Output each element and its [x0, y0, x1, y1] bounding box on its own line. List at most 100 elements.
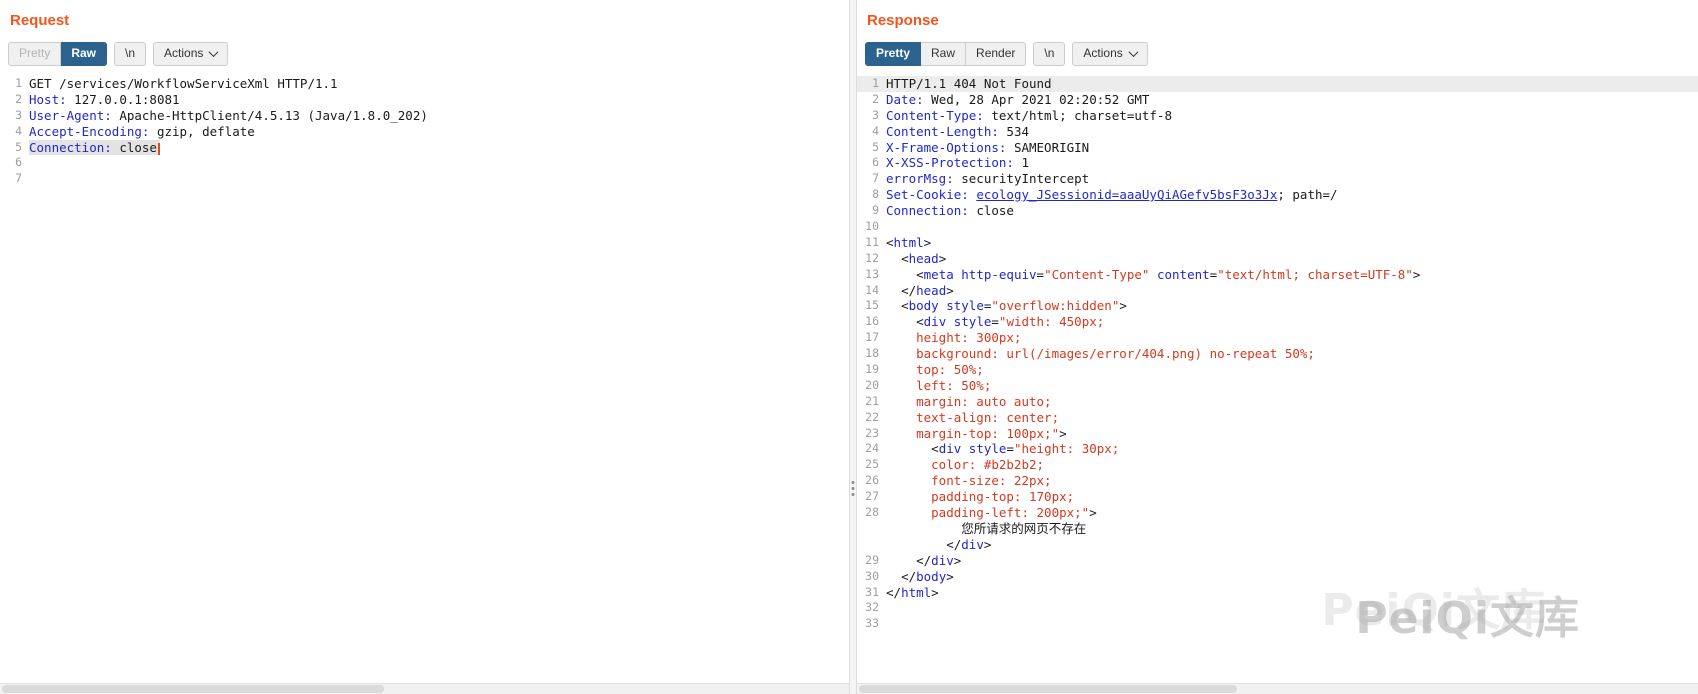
request-actions-button[interactable]: Actions — [153, 42, 228, 66]
response-newline-tab[interactable]: \n — [1033, 42, 1065, 66]
code-line[interactable]: 4Accept-Encoding: gzip, deflate — [0, 124, 849, 140]
line-number: 25 — [857, 457, 886, 473]
request-view-tabs: PrettyRaw — [8, 42, 107, 66]
request-newline-tab[interactable]: \n — [114, 42, 146, 66]
code-line[interactable]: 5Connection: close — [0, 140, 849, 156]
code-line-text: font-size: 22px; — [886, 473, 1052, 489]
response-tabbar: PrettyRawRender \n Actions — [857, 32, 1698, 66]
line-number: 8 — [857, 187, 886, 203]
response-title: Response — [867, 12, 939, 29]
code-line[interactable]: 24 <div style="height: 30px; — [857, 441, 1698, 457]
code-line[interactable]: 14 </head> — [857, 283, 1698, 299]
code-line-text: Accept-Encoding: gzip, deflate — [29, 124, 255, 140]
response-scrollbar-thumb[interactable] — [859, 685, 1237, 693]
request-editor[interactable]: 1GET /services/WorkflowServiceXml HTTP/1… — [0, 76, 849, 683]
line-number: 13 — [857, 267, 886, 283]
line-number: 2 — [857, 92, 886, 108]
code-line-text: top: 50%; — [886, 362, 984, 378]
line-number: 10 — [857, 219, 886, 235]
code-line[interactable]: 30 </body> — [857, 569, 1698, 585]
line-number: 7 — [857, 171, 886, 187]
code-line[interactable]: 2Host: 127.0.0.1:8081 — [0, 92, 849, 108]
code-line-text: Connection: close — [886, 203, 1014, 219]
line-number: 30 — [857, 569, 886, 585]
request-tab-raw[interactable]: Raw — [61, 42, 107, 66]
code-line[interactable]: 您所请求的网页不存在 — [857, 521, 1698, 537]
line-number: 2 — [0, 92, 29, 108]
code-line[interactable]: 28 padding-left: 200px;"> — [857, 505, 1698, 521]
panel-divider[interactable] — [849, 0, 857, 694]
response-panel: Response PrettyRawRender \n Actions 1HTT… — [857, 0, 1698, 694]
code-line[interactable]: 25 color: #b2b2b2; — [857, 457, 1698, 473]
code-line[interactable]: 29 </div> — [857, 553, 1698, 569]
code-line[interactable]: 17 height: 300px; — [857, 330, 1698, 346]
code-line[interactable]: 27 padding-top: 170px; — [857, 489, 1698, 505]
code-line[interactable]: 3Content-Type: text/html; charset=utf-8 — [857, 108, 1698, 124]
response-header: Response — [857, 0, 1698, 32]
code-line-text: left: 50%; — [886, 378, 991, 394]
code-line[interactable]: 13 <meta http-equiv="Content-Type" conte… — [857, 267, 1698, 283]
response-tab-raw[interactable]: Raw — [921, 42, 966, 66]
code-line[interactable]: 1GET /services/WorkflowServiceXml HTTP/1… — [0, 76, 849, 92]
text-cursor — [158, 143, 160, 155]
code-line-text: background: url(/images/error/404.png) n… — [886, 346, 1315, 362]
code-line[interactable]: 7 — [0, 171, 849, 187]
code-line[interactable]: 4Content-Length: 534 — [857, 124, 1698, 140]
response-tab-pretty[interactable]: Pretty — [865, 42, 921, 66]
code-line[interactable]: 7errorMsg: securityIntercept — [857, 171, 1698, 187]
response-tab-render[interactable]: Render — [966, 42, 1026, 66]
response-editor[interactable]: 1HTTP/1.1 404 Not Found2Date: Wed, 28 Ap… — [857, 76, 1698, 683]
code-line[interactable]: 31</html> — [857, 585, 1698, 601]
code-line[interactable]: 16 <div style="width: 450px; — [857, 314, 1698, 330]
line-number: 14 — [857, 283, 886, 299]
response-actions-button[interactable]: Actions — [1072, 42, 1147, 66]
code-line-text: <div style="height: 30px; — [886, 441, 1119, 457]
code-line[interactable]: 2Date: Wed, 28 Apr 2021 02:20:52 GMT — [857, 92, 1698, 108]
code-line[interactable]: 9Connection: close — [857, 203, 1698, 219]
code-line[interactable]: 21 margin: auto auto; — [857, 394, 1698, 410]
code-line-text: X-XSS-Protection: 1 — [886, 155, 1029, 171]
code-line[interactable]: 20 left: 50%; — [857, 378, 1698, 394]
line-number: 3 — [0, 108, 29, 124]
request-horizontal-scrollbar[interactable] — [0, 683, 849, 694]
code-line[interactable]: 10 — [857, 219, 1698, 235]
code-line[interactable]: 23 margin-top: 100px;"> — [857, 426, 1698, 442]
request-scrollbar-thumb[interactable] — [2, 685, 384, 693]
line-number: 3 — [857, 108, 886, 124]
line-number: 1 — [857, 76, 886, 92]
line-number — [857, 521, 886, 537]
code-line[interactable]: 33 — [857, 616, 1698, 632]
code-line[interactable]: 3User-Agent: Apache-HttpClient/4.5.13 (J… — [0, 108, 849, 124]
line-number: 12 — [857, 251, 886, 267]
code-line[interactable]: 12 <head> — [857, 251, 1698, 267]
code-line[interactable]: 19 top: 50%; — [857, 362, 1698, 378]
code-line-text: <html> — [886, 235, 931, 251]
code-line[interactable]: 8Set-Cookie: ecology_JSessionid=aaaUyQiA… — [857, 187, 1698, 203]
code-line-text: Content-Length: 534 — [886, 124, 1029, 140]
line-number: 22 — [857, 410, 886, 426]
code-line-text: Set-Cookie: ecology_JSessionid=aaaUyQiAG… — [886, 187, 1338, 203]
code-line[interactable]: 32 — [857, 600, 1698, 616]
code-line-text: color: #b2b2b2; — [886, 457, 1044, 473]
request-tab-pretty[interactable]: Pretty — [8, 42, 61, 66]
code-line[interactable]: 6X-XSS-Protection: 1 — [857, 155, 1698, 171]
line-number — [857, 537, 886, 553]
response-horizontal-scrollbar[interactable] — [857, 683, 1698, 694]
code-line-text: </div> — [886, 553, 961, 569]
line-number: 1 — [0, 76, 29, 92]
code-line[interactable]: 18 background: url(/images/error/404.png… — [857, 346, 1698, 362]
code-line[interactable]: 26 font-size: 22px; — [857, 473, 1698, 489]
request-panel: Request PrettyRaw \n Actions 1GET /servi… — [0, 0, 849, 694]
code-line[interactable]: 11<html> — [857, 235, 1698, 251]
code-line[interactable]: 6 — [0, 155, 849, 171]
code-line-text: errorMsg: securityIntercept — [886, 171, 1089, 187]
code-line[interactable]: 1HTTP/1.1 404 Not Found — [857, 76, 1698, 92]
code-line[interactable]: </div> — [857, 537, 1698, 553]
code-line-text: margin: auto auto; — [886, 394, 1052, 410]
code-line-text: margin-top: 100px;"> — [886, 426, 1067, 442]
code-line[interactable]: 15 <body style="overflow:hidden"> — [857, 298, 1698, 314]
code-line[interactable]: 22 text-align: center; — [857, 410, 1698, 426]
line-number: 28 — [857, 505, 886, 521]
code-line[interactable]: 5X-Frame-Options: SAMEORIGIN — [857, 140, 1698, 156]
chevron-down-icon — [1128, 47, 1138, 57]
